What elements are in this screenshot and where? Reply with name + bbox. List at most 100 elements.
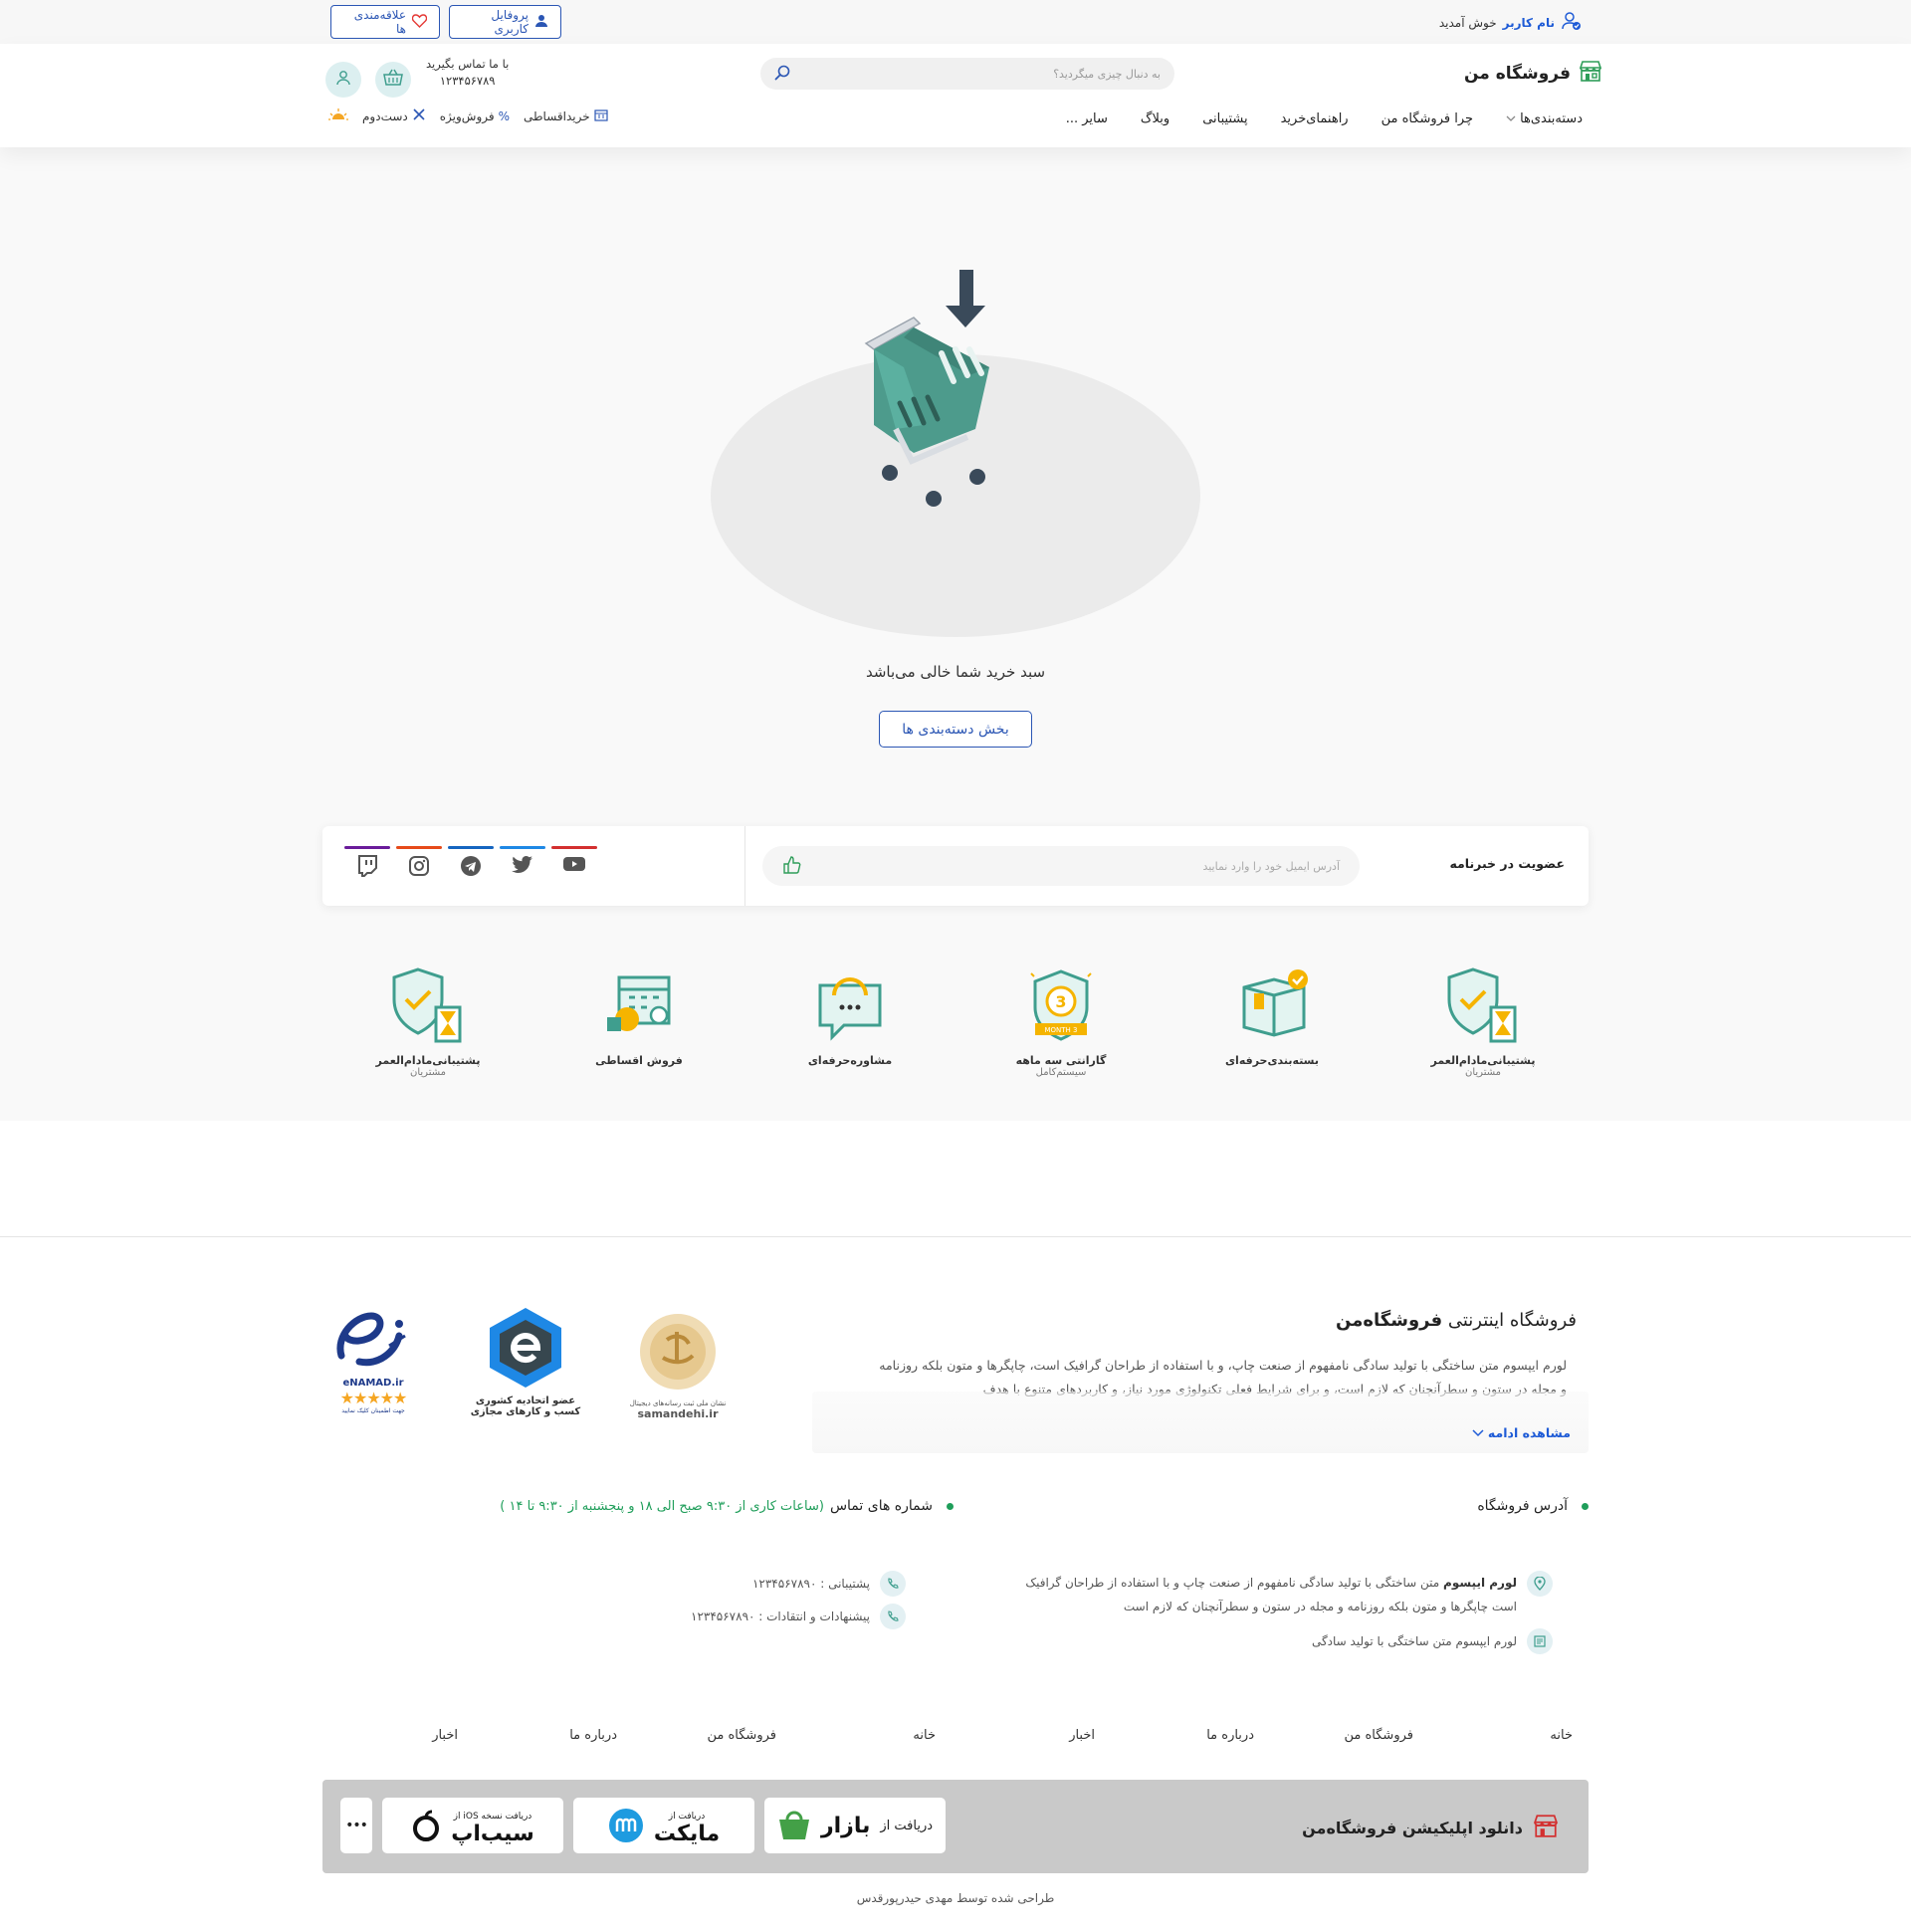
feature-packaging: بسته‌بندی‌حرفه‌ای: [1212, 966, 1332, 1067]
subnav-label: دست‌دوم: [362, 108, 408, 123]
contact-info: با ما تماس بگیرید ۱۲۳۴۵۶۷۸۹: [426, 56, 509, 90]
more-stores-button[interactable]: •••: [340, 1798, 372, 1853]
subnav-second-hand[interactable]: دست‌دوم: [362, 107, 426, 124]
nav-item-blog[interactable]: وبلاگ: [1141, 111, 1169, 126]
nav-item-categories[interactable]: دسته‌بندی‌ها: [1506, 111, 1583, 126]
search-icon[interactable]: [774, 65, 790, 84]
samandehi-logo: [640, 1314, 716, 1390]
footer-divider: [0, 1236, 1911, 1237]
subnav-installment[interactable]: خریداقساطی: [524, 108, 608, 124]
feedback-phone-text: پیشنهادات و انتقادات : ۱۲۳۴۵۶۷۸۹۰: [691, 1610, 870, 1623]
package-icon: [1242, 969, 1308, 1037]
footer-link-about[interactable]: درباره ما: [1095, 1728, 1254, 1743]
logo-text: فروشگاه من: [1463, 63, 1571, 84]
feature-title: پشتیبانی‌مادام‌العمر: [1430, 1054, 1536, 1067]
warranty-badge-text: 3 MONTH: [1044, 1026, 1077, 1034]
support-phone-text: پشتیبانی : ۱۲۳۴۵۶۷۸۹۰: [751, 1577, 870, 1591]
youtube-icon: [563, 857, 585, 871]
site-logo[interactable]: فروشگاه من: [1464, 60, 1602, 87]
footer-title-prefix: فروشگاه اینترنتی: [1447, 1310, 1577, 1331]
instagram-bar: [396, 846, 442, 849]
read-more-link[interactable]: مشاهده ادامه: [1472, 1425, 1571, 1440]
myket-store-button[interactable]: دریافت از مایکت: [573, 1798, 754, 1853]
sun-icon[interactable]: [328, 107, 348, 124]
warranty-badge-icon: 3 3 MONTH: [1030, 969, 1092, 1041]
shield-hourglass-icon: [1447, 967, 1517, 1043]
twitter-link[interactable]: [500, 846, 545, 886]
phone-icon: [880, 1604, 906, 1629]
search-bar[interactable]: به دنبال چیزی میگردید؟: [760, 58, 1174, 90]
twitter-icon: [512, 856, 532, 873]
union-badge[interactable]: عضو اتحادیه کشوری کسب و کارهای مجازی: [468, 1304, 583, 1417]
youtube-bar: [551, 846, 597, 849]
nav-item-guide[interactable]: راهنمای‌خرید: [1281, 111, 1349, 126]
newsletter-email-input[interactable]: آدرس ایمیل خود را وارد نمایید: [762, 846, 1360, 886]
twitch-link[interactable]: [344, 846, 390, 886]
enamad-badge[interactable]: eNAMAD.ir ★★★★★ جهت اطمینان کلیک نمایید: [328, 1306, 418, 1414]
search-input[interactable]: به دنبال چیزی میگردید؟: [1053, 68, 1161, 81]
enamad-text: eNAMAD.ir: [342, 1378, 404, 1389]
favorites-button[interactable]: علاقه‌مندی ها: [330, 5, 440, 39]
basket-icon: [383, 69, 403, 91]
myket-name: مایکت: [653, 1822, 721, 1846]
support-phone[interactable]: پشتیبانی : ۱۲۳۴۵۶۷۸۹۰: [752, 1571, 906, 1597]
profile-button[interactable]: پروفایل کاربری: [449, 5, 561, 39]
telegram-link[interactable]: [448, 846, 494, 886]
enamad-logo: [336, 1312, 406, 1367]
instagram-link[interactable]: [396, 846, 442, 886]
categories-button[interactable]: بخش دسته‌بندی ها: [879, 711, 1032, 748]
tools-icon: [412, 107, 426, 124]
thumbs-up-icon[interactable]: [782, 855, 802, 878]
postal-text: لورم ایپسوم متن ساختگی با تولید سادگی: [1311, 1634, 1517, 1648]
telegram-bar: [448, 846, 494, 849]
location-pin-icon: [1527, 1571, 1553, 1597]
subnav-special-sale[interactable]: % فروش‌ویژه: [440, 109, 510, 123]
footer-link-news-2[interactable]: اخبار: [398, 1728, 458, 1743]
youtube-link[interactable]: [551, 846, 597, 886]
postal-icon: [1527, 1628, 1553, 1654]
feature-installment: فروش اقساطی: [579, 966, 699, 1067]
app-download-title: دانلود اپلیکیشن فروشگاه‌من: [1302, 1814, 1559, 1841]
bazaar-prefix: دریافت از: [880, 1818, 934, 1833]
union-line2: کسب و کارهای مجازی: [470, 1406, 581, 1417]
feedback-phone[interactable]: پیشنهادات و انتقادات : ۱۲۳۴۵۶۷۸۹۰: [691, 1604, 906, 1629]
newsletter-divider: [744, 826, 745, 906]
samandehi-badge[interactable]: نشان ملی ثبت رسانه‌های دیجیتال samandehi…: [623, 1310, 733, 1420]
description-fade: [812, 1392, 1589, 1453]
instagram-icon: [409, 856, 429, 876]
newsletter-placeholder: آدرس ایمیل خود را وارد نمایید: [1202, 859, 1340, 873]
empty-cart-illustration: [864, 270, 989, 507]
footer-link-home-2[interactable]: خانه: [776, 1728, 936, 1743]
footer-link-shop-2[interactable]: فروشگاه من: [617, 1728, 776, 1743]
store-icon: [1579, 60, 1602, 87]
feature-subtitle: مشتریان: [410, 1067, 446, 1078]
address-heading: آدرس فروشگاه: [1477, 1498, 1589, 1514]
bazaar-name: بازار: [820, 1813, 871, 1838]
footer-link-home[interactable]: خانه: [1413, 1728, 1573, 1743]
nav-item-more[interactable]: سایر ...: [1066, 111, 1108, 126]
headset-chat-icon: [818, 977, 882, 1041]
newsletter-title: عضویت در خبرنامه: [1449, 856, 1565, 871]
bazaar-store-button[interactable]: دریافت از بازار: [764, 1798, 946, 1853]
more-dots-icon: •••: [345, 1818, 368, 1833]
feature-lifetime-support: پشتیبانی‌مادام‌العمر مشتریان: [1423, 966, 1543, 1078]
nav-item-support[interactable]: پشتیبانی: [1202, 111, 1247, 126]
twitch-bar: [344, 846, 390, 849]
sibapp-store-button[interactable]: دریافت نسخه iOS از سیب‌اپ: [382, 1798, 563, 1853]
contact-phone[interactable]: ۱۲۳۴۵۶۷۸۹: [426, 73, 509, 90]
calendar-coin-icon: [607, 975, 671, 1031]
cart-button[interactable]: [375, 62, 411, 98]
footer-link-news[interactable]: اخبار: [936, 1728, 1095, 1743]
feature-title: بسته‌بندی‌حرفه‌ای: [1224, 1054, 1320, 1067]
welcome-text: خوش آمدید: [1438, 15, 1497, 30]
footer-link-about-2[interactable]: درباره ما: [458, 1728, 617, 1743]
empty-cart-message: سبد خرید شما خالی می‌باشد: [865, 663, 1046, 681]
footer-links: خانه فروشگاه من درباره ما اخبار خانه فرو…: [398, 1728, 1573, 1743]
user-icon: [335, 70, 351, 90]
nav-item-why-us[interactable]: چرا فروشگاه من: [1381, 111, 1473, 126]
welcome-username[interactable]: نام کاربر: [1503, 16, 1555, 30]
profile-label: پروفایل کاربری: [491, 8, 529, 36]
subnav-label: فروش‌ویژه: [439, 108, 495, 123]
footer-link-shop[interactable]: فروشگاه من: [1254, 1728, 1413, 1743]
account-button[interactable]: [325, 62, 361, 98]
